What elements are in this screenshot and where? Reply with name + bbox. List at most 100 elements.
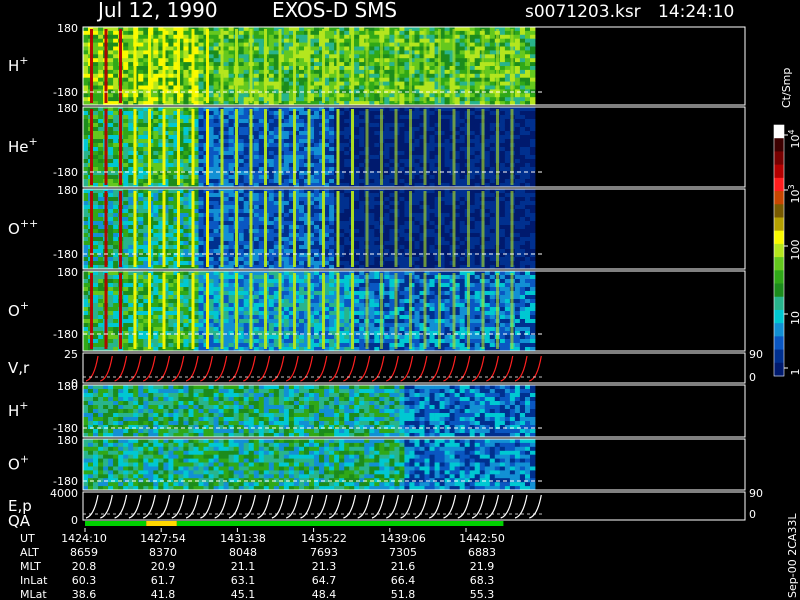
heatmap-cell: [108, 115, 114, 120]
heatmap-cell: [253, 249, 260, 254]
heatmap-cell: [123, 135, 129, 140]
heatmap-cell: [273, 107, 280, 112]
heatmap-cell: [168, 81, 174, 86]
heatmap-cell: [113, 27, 119, 32]
heatmap-cell: [484, 123, 491, 128]
heatmap-cell: [258, 66, 265, 71]
heatmap-cell: [519, 155, 526, 160]
heatmap-cell: [399, 155, 405, 160]
heatmap-cell: [474, 77, 481, 82]
heatmap-cell: [223, 201, 229, 206]
heatmap-cell: [444, 143, 450, 148]
heatmap-cell: [208, 27, 214, 32]
heatmap-cell: [208, 34, 214, 40]
heatmap-cell: [384, 58, 390, 63]
heatmap-cell: [344, 233, 350, 238]
heatmap-cell: [128, 123, 134, 128]
heatmap-cell: [198, 237, 204, 242]
heatmap-cell: [459, 66, 466, 71]
heatmap-cell: [183, 119, 189, 124]
heatmap-cell: [228, 81, 234, 86]
heatmap-cell: [93, 245, 99, 250]
heatmap-cell: [389, 58, 395, 63]
heatmap-cell: [198, 217, 204, 222]
heatmap-cell: [113, 127, 119, 132]
heatmap-cell: [238, 81, 245, 86]
heatmap-cell: [98, 77, 104, 82]
heatmap-cell: [329, 93, 335, 98]
heatmap-cell: [530, 93, 536, 98]
heatmap-cell: [504, 127, 511, 132]
heatmap-cell: [238, 34, 245, 40]
heatmap-cell: [314, 217, 320, 222]
heatmap-cell: [108, 241, 114, 246]
heatmap-cell: [198, 115, 204, 120]
heatmap-cell: [344, 257, 350, 262]
heatmap-cell: [499, 159, 506, 164]
heatmap-cell: [93, 229, 99, 234]
heatmap-cell: [525, 127, 531, 132]
heatmap-cell: [128, 241, 134, 246]
heatmap-cell: [339, 155, 345, 160]
heatmap-cell: [198, 62, 204, 67]
heatmap-cell: [253, 58, 260, 63]
heatmap-cell: [499, 93, 506, 98]
heatmap-cell: [213, 46, 219, 51]
heatmap-cell: [123, 27, 129, 32]
heatmap-cell: [369, 69, 375, 75]
heatmap-cell: [339, 257, 345, 262]
heatmap-cell: [399, 131, 405, 136]
heatmap-cell: [128, 147, 134, 152]
heatmap-cell: [369, 225, 375, 230]
heatmap-cell: [429, 93, 435, 98]
heatmap-cell: [374, 205, 380, 210]
heatmap-cell: [344, 147, 350, 152]
heatmap-cell: [339, 107, 345, 112]
heatmap-cell: [123, 107, 129, 112]
heatmap-cell: [314, 107, 320, 112]
heatmap-cell: [404, 217, 410, 222]
heatmap-cell: [183, 46, 189, 51]
heatmap-cell: [414, 167, 420, 172]
heatmap-cell: [138, 175, 144, 180]
heatmap-cell: [299, 85, 305, 90]
heatmap-cell: [108, 197, 114, 202]
heatmap-cell: [93, 34, 99, 40]
heatmap-cell: [268, 139, 275, 144]
heatmap-cell: [525, 155, 531, 160]
heatmap-cell: [339, 69, 345, 75]
heatmap-cell: [93, 77, 99, 82]
heatmap-cell: [329, 38, 335, 43]
heatmap-cell: [138, 163, 144, 168]
heatmap-cell: [389, 163, 395, 168]
heatmap-cell: [268, 151, 275, 156]
heatmap-cell: [489, 159, 496, 164]
heatmap-cell: [213, 205, 219, 210]
heatmap-cell: [469, 131, 476, 136]
heatmap-cell: [299, 175, 305, 180]
heatmap-cell: [238, 205, 245, 210]
heatmap-cell: [459, 107, 466, 112]
heatmap-cell: [344, 249, 350, 254]
heatmap-cell: [268, 73, 275, 79]
heatmap-cell: [444, 167, 450, 172]
heatmap-cell: [374, 155, 380, 160]
heatmap-cell: [499, 167, 506, 172]
heatmap-cell: [374, 237, 380, 242]
heatmap-cell: [268, 93, 275, 98]
heatmap-cell: [243, 151, 250, 156]
heatmap-cell: [359, 38, 365, 43]
heatmap-cell: [283, 62, 290, 67]
heatmap-cell: [83, 237, 89, 242]
heatmap-cell: [183, 189, 189, 194]
heatmap-cell: [243, 213, 250, 218]
heatmap-cell: [283, 127, 290, 132]
heatmap-cell: [228, 119, 234, 124]
heatmap-cell: [429, 46, 435, 51]
heatmap-cell: [429, 179, 435, 184]
heatmap-cell: [258, 233, 265, 238]
heatmap-cell: [329, 27, 335, 32]
heatmap-cell: [444, 179, 450, 184]
heatmap-cell: [359, 189, 365, 194]
heatmap-cell: [208, 58, 214, 63]
